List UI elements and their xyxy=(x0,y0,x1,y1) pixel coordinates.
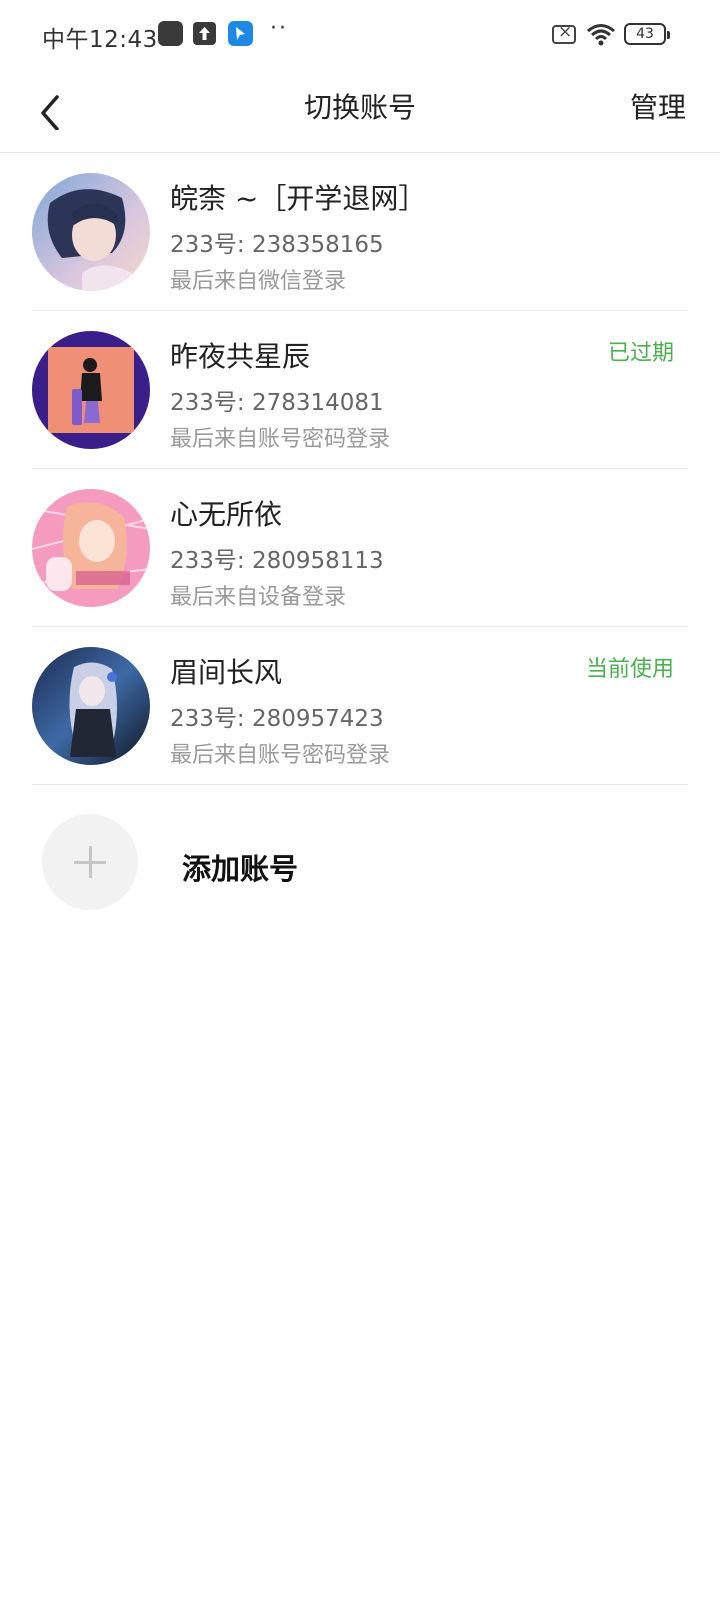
account-id: 233号: 278314081 xyxy=(170,390,384,416)
account-login-method: 最后来自设备登录 xyxy=(170,585,347,610)
account-id: 233号: 238358165 xyxy=(170,232,384,258)
manage-button[interactable]: 管理 xyxy=(630,86,686,126)
upload-icon xyxy=(193,22,216,45)
account-id: 233号: 280958113 xyxy=(170,548,384,574)
header-bar: 切换账号 管理 xyxy=(0,70,720,153)
account-login-method: 最后来自账号密码登录 xyxy=(170,427,391,452)
add-account-button[interactable]: 添加账号 xyxy=(0,800,720,920)
app-icon xyxy=(158,21,183,46)
status-time: 中午12:43 xyxy=(42,27,158,53)
app-blue-icon xyxy=(228,21,253,46)
account-name: 昨夜共星辰 xyxy=(170,340,311,373)
account-name: 心无所依 xyxy=(170,498,283,531)
account-id: 233号: 280957423 xyxy=(170,706,384,732)
status-badge: 已过期 xyxy=(607,341,674,366)
dark-anime-avatar xyxy=(32,647,150,765)
plus-icon xyxy=(42,814,138,910)
account-login-method: 最后来自微信登录 xyxy=(170,269,347,294)
add-account-label: 添加账号 xyxy=(182,852,299,886)
account-item[interactable]: 眉间长风 233号: 280957423 最后来自账号密码登录 当前使用 xyxy=(0,627,720,785)
sim-off-icon xyxy=(552,22,576,44)
divider xyxy=(32,784,688,785)
battery-icon: 43 xyxy=(624,23,670,45)
wifi-icon xyxy=(586,22,616,52)
silhouette-avatar xyxy=(32,331,150,449)
status-bar: 中午12:43 ·· 43 xyxy=(0,0,720,70)
anime-girl-avatar xyxy=(32,173,150,291)
account-item[interactable]: 心无所依 233号: 280958113 最后来自设备登录 xyxy=(0,469,720,627)
account-item[interactable]: 皖柰 ~［开学退网］ 233号: 238358165 最后来自微信登录 xyxy=(0,153,720,311)
status-badge: 当前使用 xyxy=(585,657,674,682)
pink-anime-avatar xyxy=(32,489,150,607)
account-item[interactable]: 昨夜共星辰 233号: 278314081 最后来自账号密码登录 已过期 xyxy=(0,311,720,469)
account-name: 皖柰 ~［开学退网］ xyxy=(170,182,427,215)
account-name: 眉间长风 xyxy=(170,656,283,689)
more-notifications-icon: ·· xyxy=(270,16,288,41)
account-login-method: 最后来自账号密码登录 xyxy=(170,743,391,768)
account-list: 皖柰 ~［开学退网］ 233号: 238358165 最后来自微信登录 昨夜共星… xyxy=(0,153,720,785)
page-title: 切换账号 xyxy=(303,91,416,124)
